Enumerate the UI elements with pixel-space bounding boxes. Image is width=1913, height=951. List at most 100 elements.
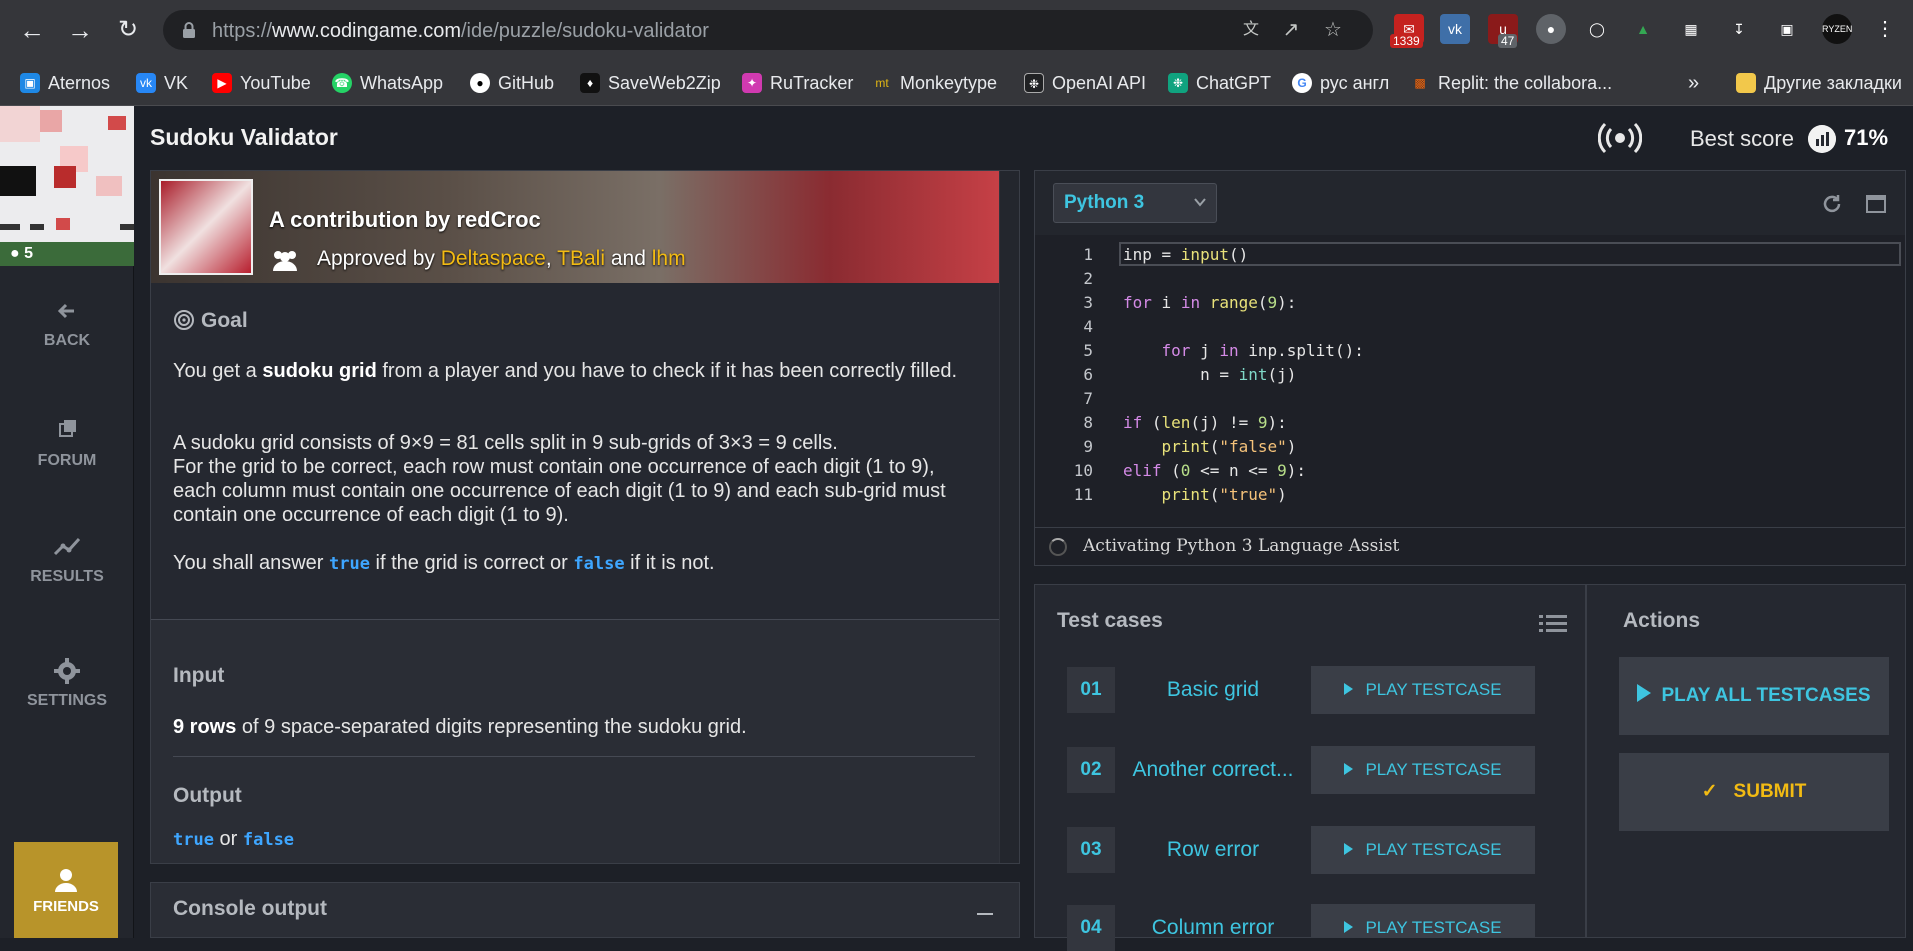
bookmark-label: ChatGPT	[1196, 72, 1272, 93]
list-icon[interactable]	[1539, 613, 1567, 635]
url-text: https://www.codingame.com/ide/puzzle/sud…	[212, 20, 709, 43]
youtube-icon: ▶	[212, 73, 232, 93]
sidebar-item-settings[interactable]: SETTINGS	[0, 656, 134, 710]
vk-icon: vk	[136, 73, 156, 93]
bookmark-replit[interactable]: ▩ Replit: the collabora...	[1410, 68, 1612, 98]
testcase-name[interactable]: Column error	[1123, 905, 1303, 951]
goal-heading: Goal	[173, 309, 248, 333]
best-score-value: 71%	[1844, 125, 1889, 150]
testcase-name[interactable]: Another correct...	[1123, 747, 1303, 793]
sidebar-item-results[interactable]: RESULTS	[0, 532, 134, 586]
bookmark-youtube[interactable]: ▶ YouTube	[212, 68, 311, 98]
io-section: Input 9 rows of 9 space-separated digits…	[151, 619, 999, 863]
input-heading: Input	[173, 664, 225, 687]
play-testcase-button[interactable]: PLAY TESTCASE	[1311, 826, 1535, 874]
bookmarks-overflow-button[interactable]: »	[1688, 68, 1699, 98]
level-badge: ● 5	[0, 242, 134, 266]
statement-scrollbar[interactable]	[999, 171, 1019, 863]
share-icon[interactable]: ↗	[1279, 18, 1303, 42]
bookmark-openai-api[interactable]: ❉ OpenAI API	[1024, 68, 1146, 98]
code-line: n = int(j)	[1123, 365, 1297, 384]
puzzle-header: Sudoku Validator Best score 71%	[134, 106, 1913, 170]
editor-header: Python 3	[1035, 171, 1905, 235]
download-icon[interactable]: ↧	[1724, 14, 1754, 44]
address-bar[interactable]: https://www.codingame.com/ide/puzzle/sud…	[163, 10, 1373, 50]
bold-text: 9 rows	[173, 716, 237, 738]
bookmark-aternos[interactable]: ▣ Aternos	[20, 68, 110, 98]
color-picker-extension-icon[interactable]: ▲	[1628, 14, 1658, 44]
sidebar-item-back[interactable]: BACK	[0, 296, 134, 350]
sidepanel-icon[interactable]: ▣	[1772, 14, 1802, 44]
rutracker-icon: ✦	[742, 73, 762, 93]
fullscreen-icon[interactable]	[1865, 193, 1887, 215]
console-title: Console output	[173, 897, 327, 920]
code-editor-panel: Python 3 1 2 3 4 5 6 7 8 9 10 11 inp = i…	[1034, 170, 1906, 566]
level-value: 5	[24, 245, 34, 262]
translate-icon[interactable]: 文	[1239, 18, 1263, 42]
extensions-puzzle-icon[interactable]: ▦	[1676, 14, 1706, 44]
bookmark-whatsapp[interactable]: ☎ WhatsApp	[332, 68, 443, 98]
broadcast-icon[interactable]	[1598, 122, 1642, 154]
goal-title: Goal	[201, 309, 248, 332]
glasses-extension-icon[interactable]: ◯	[1582, 14, 1612, 44]
approver-link[interactable]: lhm	[652, 247, 686, 270]
profile-avatar[interactable]: RYZEN	[1822, 14, 1852, 44]
bookmark-chatgpt[interactable]: ❉ ChatGPT	[1168, 68, 1271, 98]
text-span: from a player and you have to check if i…	[376, 360, 958, 382]
back-icon[interactable]: ←	[14, 12, 50, 48]
input-description: 9 rows of 9 space-separated digits repre…	[173, 716, 747, 739]
play-all-testcases-button[interactable]: PLAY ALL TESTCASES	[1619, 657, 1889, 735]
bookmark-rutracker[interactable]: ✦ RuTracker	[742, 68, 853, 98]
spinner-icon	[1049, 538, 1067, 556]
code-area[interactable]: 1 2 3 4 5 6 7 8 9 10 11 inp = input() fo…	[1035, 235, 1905, 527]
text-span: of 9 space-separated digits representing…	[236, 716, 747, 738]
other-bookmarks-folder[interactable]: Другие закладки	[1736, 68, 1902, 98]
menu-kebab-icon[interactable]: ⋮	[1870, 14, 1900, 44]
bookmark-rus-angl[interactable]: Gрус англ	[1292, 68, 1389, 98]
approved-by-label: Approved by	[317, 247, 435, 270]
minimize-icon[interactable]	[977, 913, 993, 915]
text-span: if the grid is correct or	[369, 552, 574, 574]
forum-icon	[59, 420, 76, 437]
play-testcase-label: PLAY TESTCASE	[1365, 760, 1502, 779]
approver-separator: ,	[545, 247, 552, 270]
openai-icon: ❉	[1024, 73, 1044, 93]
play-testcase-button[interactable]: PLAY TESTCASE	[1311, 666, 1535, 714]
star-icon[interactable]: ☆	[1321, 18, 1345, 42]
approver-link[interactable]: TBali	[557, 247, 605, 270]
chevron-down-icon	[1194, 198, 1206, 207]
bookmark-saveweb2zip[interactable]: ♦ SaveWeb2Zip	[580, 68, 721, 98]
bookmark-monkeytype[interactable]: mt Monkeytype	[872, 68, 997, 98]
people-icon	[273, 251, 297, 271]
keyword-false: false	[242, 830, 295, 850]
bookmark-label: Monkeytype	[900, 72, 998, 93]
line-number: 8	[1083, 413, 1093, 432]
bold-text: sudoku grid	[262, 360, 377, 382]
code-line: inp = input()	[1123, 245, 1249, 264]
results-icon	[53, 537, 81, 556]
output-description: true or false	[173, 828, 294, 851]
testcase-name[interactable]: Row error	[1123, 827, 1303, 873]
bookmark-vk[interactable]: vk VK	[136, 68, 188, 98]
reload-icon[interactable]: ↻	[110, 12, 146, 48]
language-select[interactable]: Python 3	[1053, 183, 1217, 223]
sidebar-item-forum[interactable]: FORUM	[0, 416, 134, 470]
bookmark-github[interactable]: ● GitHub	[470, 68, 554, 98]
line-number: 10	[1073, 461, 1093, 480]
replit-icon: ▩	[1414, 76, 1426, 90]
vk-extension-icon[interactable]: vk	[1440, 14, 1470, 44]
play-icon	[1344, 921, 1354, 933]
google-icon: G	[1292, 73, 1312, 93]
play-testcase-button[interactable]: PLAY TESTCASE	[1311, 904, 1535, 938]
play-testcase-button[interactable]: PLAY TESTCASE	[1311, 746, 1535, 794]
chatgpt-icon: ❉	[1168, 73, 1188, 93]
submit-button[interactable]: ✓ SUBMIT	[1619, 753, 1889, 831]
goal-paragraph-2: A sudoku grid consists of 9×9 = 81 cells…	[173, 431, 973, 527]
extension-icon[interactable]: ●	[1536, 14, 1566, 44]
testcase-name[interactable]: Basic grid	[1123, 667, 1303, 713]
forward-icon[interactable]: →	[62, 12, 98, 48]
friends-button[interactable]: FRIENDS	[14, 842, 118, 938]
avatar[interactable]	[0, 106, 134, 242]
reset-icon[interactable]	[1821, 193, 1843, 215]
approver-link[interactable]: Deltaspace	[441, 247, 546, 270]
